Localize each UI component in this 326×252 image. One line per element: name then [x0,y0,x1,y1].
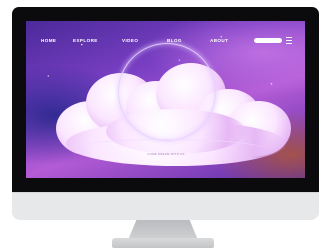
ring-reflection [66,139,266,160]
monitor-screen: HOME EXPLORE VIDEO BLOG ABOUT COME DREAM… [26,21,305,178]
monitor-neck [128,220,198,240]
search-input[interactable] [254,38,282,43]
nav-video[interactable]: VIDEO [122,38,138,44]
nav-explore[interactable]: EXPLORE [73,38,98,44]
site-navbar: HOME EXPLORE VIDEO BLOG ABOUT [26,37,305,46]
nav-blog[interactable]: BLOG [167,38,182,44]
menu-icon[interactable] [286,37,292,44]
hero-caption: COME DREAM WITH US [147,152,185,156]
nav-about[interactable]: ABOUT [210,38,228,44]
monitor-base [112,238,214,248]
nav-home[interactable]: HOME [41,38,56,44]
monitor-mockup: HOME EXPLORE VIDEO BLOG ABOUT COME DREAM… [0,0,326,252]
monitor-chin [12,192,319,220]
glowing-ring [118,43,216,141]
